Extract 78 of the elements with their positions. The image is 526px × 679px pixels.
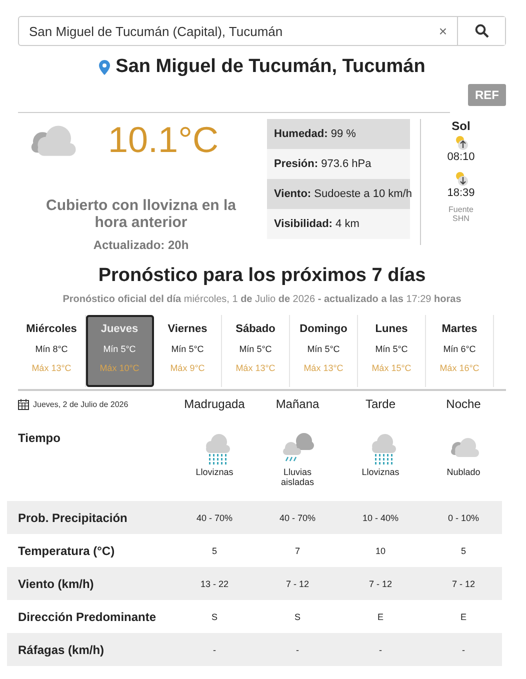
table-cell-text: S (210, 612, 218, 622)
weather-condition: Nublado (446, 467, 482, 477)
detail-row: Presión: 973.6 hPa (267, 149, 410, 179)
location-pin-icon (98, 60, 110, 74)
max-temperature: Máx 13°C (304, 363, 344, 373)
row-label: Viento (km/h) (17, 576, 95, 590)
max-temperature: Máx 10°C (100, 363, 140, 373)
sunrise-time: 08:10 (447, 151, 475, 163)
min-temperature: Mín 5°C (375, 344, 408, 354)
table-cell-text: - (378, 644, 383, 654)
search-icon (474, 24, 488, 38)
clear-button[interactable]: × (428, 17, 457, 45)
weather-condition: Lluvias aisladas (280, 467, 316, 487)
min-temperature: Mín 5°C (103, 344, 136, 354)
period-header: Mañana (274, 397, 320, 411)
table-cell-text: 13 - 22 (199, 578, 230, 588)
min-temperature: Mín 5°C (307, 344, 340, 354)
table-cell-text: 40 - 70% (195, 512, 234, 522)
forecast-title: Pronóstico para los próximos 7 días (97, 265, 427, 287)
day-name: Martes (442, 323, 478, 335)
table-cell-text: 40 - 70% (278, 512, 317, 522)
max-temperature: Máx 13°C (32, 363, 72, 373)
table-cell-text: E (376, 612, 384, 622)
min-temperature: Mín 5°C (171, 344, 204, 354)
row-label: Dirección Predominante (17, 610, 158, 624)
location-title: San Miguel de Tucumán, Tucumán (116, 56, 426, 78)
day-name: Miércoles (26, 323, 77, 335)
updated-time: Actualizado: 20h (93, 238, 189, 252)
day-name: Lunes (375, 323, 408, 335)
table-cell-text: S (293, 612, 302, 622)
table-cell-text: 7 - 12 (368, 578, 393, 588)
weather-description: Cubierto con llovizna en la hora anterior (44, 197, 238, 232)
forecast-subtitle: Pronóstico oficial del día miércoles, 1 de Julio de 2026 - actualizado a las 17:29 horas (62, 294, 462, 305)
period-header: Tarde (364, 397, 397, 411)
day-name: Viernes (168, 323, 208, 335)
table-cell-text: 10 - 40% (361, 512, 400, 522)
max-temperature: Máx 15°C (372, 363, 412, 373)
max-temperature: Máx 13°C (236, 363, 276, 373)
search-button[interactable] (457, 17, 505, 45)
max-temperature: Máx 16°C (440, 363, 480, 373)
row-label: Ráfagas (km/h) (17, 642, 106, 656)
min-temperature: Mín 8°C (35, 344, 68, 354)
table-cell-text: 7 - 12 (450, 578, 476, 588)
min-temperature: Mín 5°C (239, 344, 272, 354)
row-label: Prob. Precipitación (17, 510, 128, 524)
day-tab[interactable]: Jueves Mín 5°C Máx 10°C (86, 315, 154, 387)
detail-row: Humedad: 99 % (267, 119, 410, 149)
table-cell-text: E (459, 612, 468, 622)
search-input[interactable]: San Miguel de Tucumán (Capital), Tucumán (19, 17, 429, 45)
period-header: Noche (445, 397, 482, 411)
row-label: Tiempo (18, 431, 60, 445)
table-cell-text: - (212, 644, 217, 654)
forecast-date: Jueves, 2 de Julio de 2026 (33, 400, 128, 408)
min-temperature: Mín 6°C (443, 344, 476, 354)
sunset-time: 18:39 (447, 187, 475, 199)
detail-row: Viento: Sudoeste a 10 km/h (267, 179, 410, 209)
table-cell-text: - (461, 644, 466, 654)
current-temperature: 10.1°C (108, 119, 218, 161)
period-header: Madrugada (183, 397, 246, 411)
detail-row: Visibilidad: 4 km (267, 209, 410, 239)
day-name: Sábado (236, 323, 276, 335)
day-name: Domingo (300, 323, 348, 335)
table-cell-text: 5 (460, 546, 467, 556)
table-cell-text: - (295, 644, 300, 654)
weather-condition: Lloviznas (360, 467, 400, 477)
row-label: Temperatura (°C) (17, 544, 116, 558)
weather-condition: Lloviznas (194, 467, 234, 477)
max-temperature: Máx 9°C (170, 363, 205, 373)
calendar-icon (18, 398, 29, 410)
sun-title: Sol (452, 119, 470, 133)
table-cell-text: 0 - 10% (446, 512, 480, 522)
search-field[interactable]: San Miguel de Tucumán (Capital), Tucumán × (18, 16, 506, 46)
table-cell-text: 7 (294, 546, 301, 556)
table-cell-text: 7 - 12 (284, 578, 310, 588)
table-cell-text: 5 (210, 546, 218, 556)
day-name: Jueves (100, 323, 138, 335)
table-cell-text: 10 (374, 546, 386, 556)
source-note: Fuente SHN (448, 205, 474, 223)
